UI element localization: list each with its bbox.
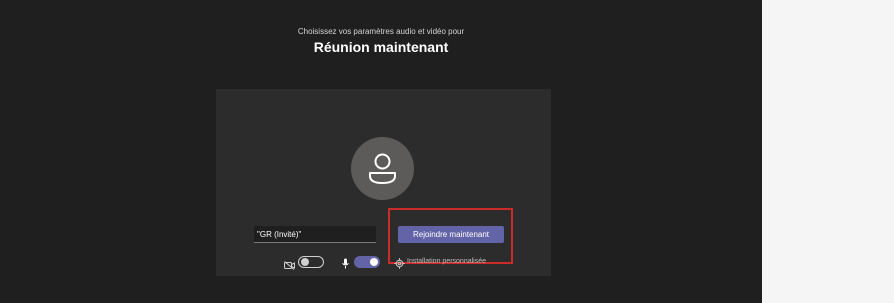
microphone-toggle-knob — [370, 258, 378, 266]
microphone-toggle[interactable] — [354, 256, 380, 268]
person-icon — [369, 153, 396, 184]
meeting-title: Réunion maintenant — [313, 39, 449, 55]
meeting-prejoin-panel: Choisissez vos paramètres audio et vidéo… — [0, 0, 762, 303]
guest-name-input[interactable]: "GR (Invité)" — [254, 226, 376, 243]
camera-toggle[interactable] — [298, 256, 324, 268]
microphone-icon — [342, 256, 349, 274]
video-preview: "GR (Invité)" Rejoindre maintenant Insta… — [216, 89, 551, 276]
prejoin-subtitle: Choisissez vos paramètres audio et vidéo… — [297, 27, 465, 36]
custom-setup-link[interactable]: Installation personnalisée — [407, 257, 486, 267]
teams-prejoin-screen: Choisissez vos paramètres audio et vidéo… — [0, 0, 894, 303]
avatar — [351, 137, 414, 200]
camera-off-icon — [284, 257, 295, 275]
device-controls: Installation personnalisée — [216, 255, 551, 270]
camera-toggle-knob — [301, 258, 309, 266]
side-panel — [762, 0, 894, 303]
gear-icon[interactable] — [394, 256, 405, 274]
